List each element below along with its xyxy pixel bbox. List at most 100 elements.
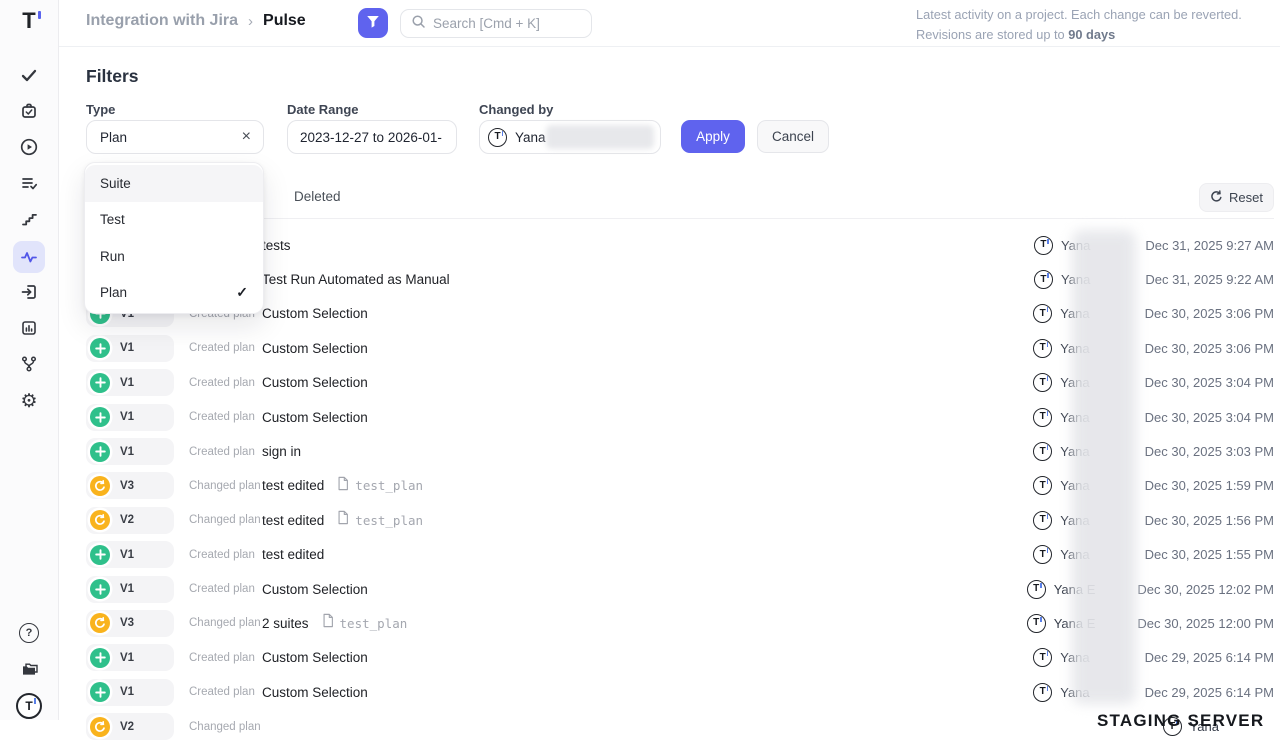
- user-avatar: T: [1033, 511, 1052, 530]
- row-meta: TYanaDec 30, 2025 1:56 PM: [1033, 503, 1274, 537]
- type-label: Type: [86, 102, 115, 117]
- activity-description: sign in: [262, 444, 301, 459]
- pulse-icon: [13, 241, 45, 273]
- plus-icon: [90, 338, 110, 358]
- activity-description: 2 suites: [262, 616, 309, 631]
- timestamp: Dec 30, 2025 1:55 PM: [1145, 547, 1274, 562]
- plus-icon: [90, 407, 110, 427]
- version-pill: V1: [86, 576, 174, 603]
- row-meta: TYanaDec 29, 2025 6:14 PM: [1033, 641, 1274, 675]
- apply-button[interactable]: Apply: [681, 120, 745, 153]
- activity-description: Custom Selection: [262, 375, 368, 390]
- refresh-icon: [90, 613, 110, 633]
- refresh-icon: [90, 476, 110, 496]
- branch-icon: [19, 354, 39, 374]
- activity-description: test edited: [262, 513, 324, 528]
- version-pill: V1: [86, 369, 174, 396]
- version-label: V3: [120, 480, 134, 492]
- version-pill: V1: [86, 404, 174, 431]
- play-circle-icon: [19, 137, 39, 157]
- sidebar-item-settings[interactable]: ⚙: [0, 390, 58, 412]
- reset-button[interactable]: Reset: [1199, 183, 1274, 212]
- check-icon: [19, 65, 39, 85]
- sidebar-item-checks[interactable]: [0, 65, 58, 85]
- sidebar-item-branches[interactable]: [0, 354, 58, 374]
- row-meta: TYanaDec 30, 2025 3:06 PM: [1033, 297, 1274, 331]
- cancel-button[interactable]: Cancel: [757, 120, 829, 153]
- sidebar-item-steps[interactable]: [0, 209, 58, 229]
- action-label: Changed plan: [189, 721, 257, 733]
- app-logo[interactable]: T: [0, 9, 58, 33]
- user-avatar: T: [1034, 270, 1053, 289]
- bar-chart-icon: [19, 318, 39, 338]
- clear-icon[interactable]: ×: [242, 129, 251, 145]
- sidebar: T ⚙ ? T: [0, 0, 59, 720]
- filter-button[interactable]: [358, 8, 388, 38]
- breadcrumb-parent[interactable]: Integration with Jira: [86, 12, 238, 30]
- sidebar-item-help[interactable]: ?: [0, 623, 58, 643]
- user-avatar: T: [1034, 236, 1053, 255]
- version-pill: V1: [86, 335, 174, 362]
- action-label: Changed plan: [189, 480, 257, 492]
- plus-icon: [90, 579, 110, 599]
- row-meta: TYanaDec 30, 2025 1:59 PM: [1033, 469, 1274, 503]
- changed-by-input[interactable]: T Yana: [479, 120, 661, 154]
- row-meta: TYanaDec 30, 2025 3:03 PM: [1033, 434, 1274, 468]
- sidebar-item-plans[interactable]: [0, 101, 58, 121]
- type-option-plan[interactable]: Plan✓: [85, 275, 263, 312]
- plan-link-label: test_plan: [355, 478, 423, 493]
- timestamp: Dec 30, 2025 12:02 PM: [1137, 582, 1274, 597]
- date-range-input[interactable]: 2023-12-27 to 2026-01-: [287, 120, 457, 154]
- breadcrumb-separator: ›: [248, 13, 253, 30]
- row-meta: TYana EDec 30, 2025 12:02 PM: [1027, 572, 1274, 606]
- tab-deleted[interactable]: Deleted: [294, 189, 341, 204]
- action-label: Created plan: [189, 686, 257, 698]
- action-label: Created plan: [189, 342, 257, 354]
- type-option-run[interactable]: Run: [85, 238, 263, 275]
- search-icon: [411, 14, 426, 34]
- version-pill: V1: [86, 541, 174, 568]
- breadcrumb: Integration with Jira › Pulse: [86, 12, 306, 30]
- type-option-test[interactable]: Test: [85, 202, 263, 239]
- timestamp: Dec 29, 2025 6:14 PM: [1145, 650, 1274, 665]
- sidebar-item-runs[interactable]: [0, 137, 58, 157]
- plan-link-label: test_plan: [355, 513, 423, 528]
- version-label: V1: [120, 549, 134, 561]
- plan-link[interactable]: test_plan: [321, 613, 408, 633]
- sidebar-item-import[interactable]: [0, 282, 58, 302]
- user-avatar: T: [1033, 476, 1052, 495]
- plan-link[interactable]: test_plan: [336, 510, 423, 530]
- action-label: Created plan: [189, 377, 257, 389]
- row-meta: TYanaDec 31, 2025 9:27 AM: [1034, 228, 1274, 262]
- version-pill: V1: [86, 644, 174, 671]
- user-avatar: T: [1033, 545, 1052, 564]
- user-avatar: T: [1033, 408, 1052, 427]
- folders-icon: [19, 659, 40, 679]
- activity-description: Custom Selection: [262, 306, 368, 321]
- sidebar-item-results[interactable]: [0, 173, 58, 193]
- sidebar-item-profile[interactable]: T: [0, 695, 58, 717]
- version-label: V1: [120, 377, 134, 389]
- timestamp: Dec 30, 2025 3:06 PM: [1145, 341, 1274, 356]
- sidebar-item-pulse[interactable]: [0, 241, 58, 273]
- timestamp: Dec 30, 2025 3:06 PM: [1145, 306, 1274, 321]
- plan-link-label: test_plan: [340, 616, 408, 631]
- redacted-name-blur: [546, 125, 654, 149]
- action-label: Changed plan: [189, 617, 257, 629]
- version-label: V1: [120, 411, 134, 423]
- plan-link[interactable]: test_plan: [336, 476, 423, 496]
- sidebar-item-analytics[interactable]: [0, 318, 58, 338]
- refresh-icon: [90, 510, 110, 530]
- sidebar-item-projects[interactable]: [0, 659, 58, 679]
- changed-by-label: Changed by: [479, 102, 553, 117]
- action-label: Created plan: [189, 411, 257, 423]
- type-value: Plan: [100, 130, 127, 145]
- activity-description: Custom Selection: [262, 650, 368, 665]
- version-label: V3: [120, 617, 134, 629]
- plus-icon: [90, 373, 110, 393]
- type-select[interactable]: Plan ×: [86, 120, 264, 154]
- search-input[interactable]: Search [Cmd + K]: [400, 9, 592, 38]
- user-avatar: T: [488, 128, 507, 147]
- type-option-suite[interactable]: Suite: [85, 165, 263, 202]
- logo-t-icon: T: [22, 10, 35, 32]
